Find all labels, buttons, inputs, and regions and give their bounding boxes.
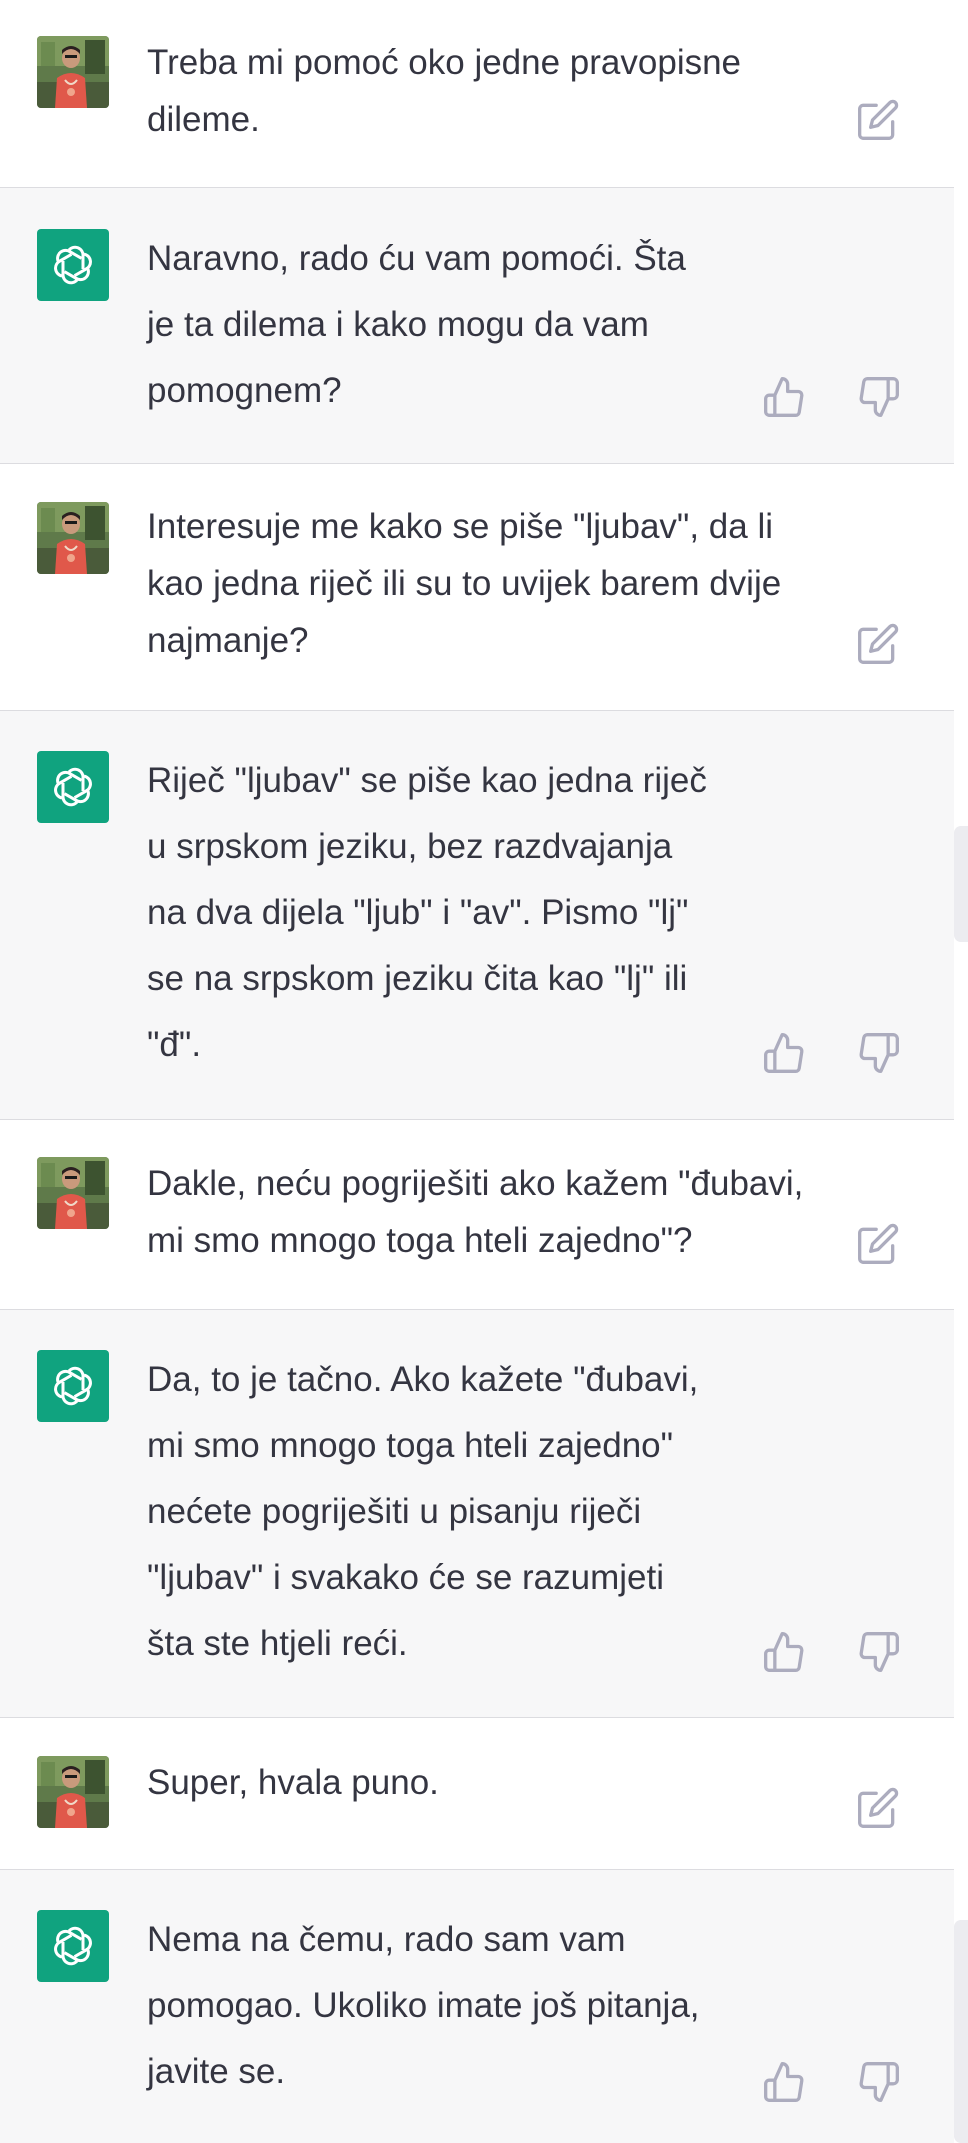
message-text: Interesuje me kako se piše "ljubav", da … [147, 507, 782, 660]
scrollbar-thumb[interactable] [954, 826, 968, 942]
scrollbar-track-segment [954, 1920, 968, 2143]
user-avatar [37, 1756, 109, 1828]
assistant-avatar [37, 751, 109, 823]
message-text: Super, hvala puno. [147, 1763, 439, 1802]
assistant-message: Da, to je tačno. Ako kažete "đubavi, mi … [0, 1310, 954, 1718]
thumbs-down-icon[interactable] [857, 375, 901, 419]
user-avatar [37, 502, 109, 574]
message-text: Da, to je tačno. Ako kažete "đubavi, mi … [147, 1360, 699, 1663]
edit-icon[interactable] [856, 1222, 900, 1266]
message-text: Nema na čemu, rado sam vam pomogao. Ukol… [147, 1920, 700, 2091]
assistant-avatar [37, 1910, 109, 1982]
message-text: Naravno, rado ću vam pomoći. Šta je ta d… [147, 239, 686, 410]
assistant-avatar [37, 229, 109, 301]
thumbs-down-icon[interactable] [857, 1630, 901, 1674]
thumbs-up-icon[interactable] [762, 1031, 806, 1075]
user-message: Super, hvala puno. [0, 1718, 954, 1870]
thumbs-up-icon[interactable] [762, 1630, 806, 1674]
user-message: Dakle, neću pogriješiti ako kažem "đubav… [0, 1120, 954, 1310]
assistant-message: Nema na čemu, rado sam vam pomogao. Ukol… [0, 1870, 954, 2143]
thumbs-up-icon[interactable] [762, 2060, 806, 2104]
user-message: Interesuje me kako se piše "ljubav", da … [0, 464, 954, 711]
user-avatar [37, 1157, 109, 1229]
edit-icon[interactable] [856, 1786, 900, 1830]
message-text: Treba mi pomoć oko jedne pravopisne dile… [147, 43, 742, 139]
thumbs-down-icon[interactable] [857, 1031, 901, 1075]
message-text: Dakle, neću pogriješiti ako kažem "đubav… [147, 1164, 804, 1260]
user-avatar [37, 36, 109, 108]
thumbs-up-icon[interactable] [762, 375, 806, 419]
assistant-message: Naravno, rado ću vam pomoći. Šta je ta d… [0, 188, 954, 464]
chat-page: Treba mi pomoć oko jedne pravopisne dile… [0, 0, 968, 2143]
thumbs-down-icon[interactable] [857, 2060, 901, 2104]
user-message: Treba mi pomoć oko jedne pravopisne dile… [0, 0, 954, 188]
assistant-message: Riječ "ljubav" se piše kao jedna riječ u… [0, 711, 954, 1120]
edit-icon[interactable] [856, 622, 900, 666]
edit-icon[interactable] [856, 98, 900, 142]
assistant-avatar [37, 1350, 109, 1422]
message-text: Riječ "ljubav" se piše kao jedna riječ u… [147, 761, 707, 1064]
